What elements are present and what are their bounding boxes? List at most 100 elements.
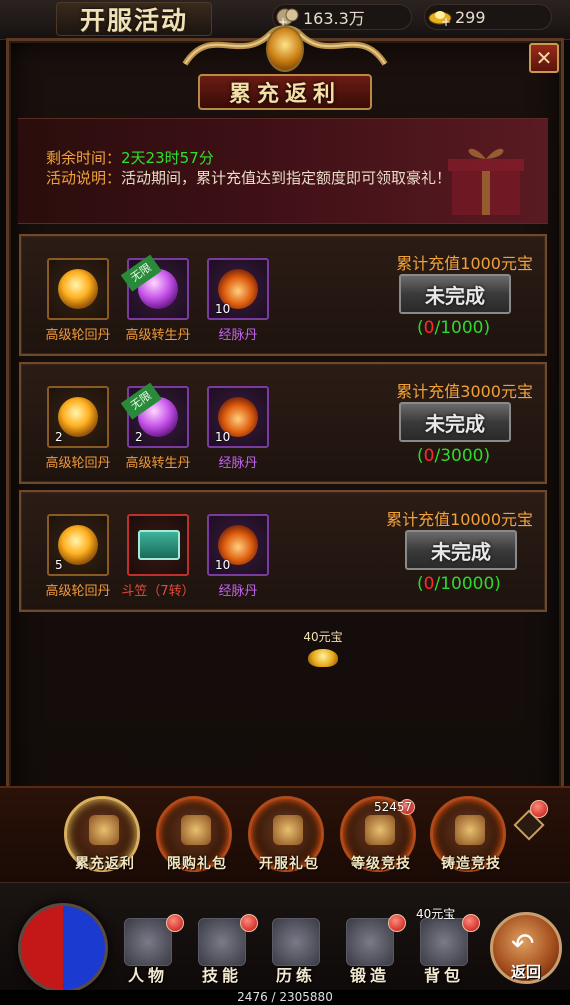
tab-forge-competition[interactable]: 铸造竞技 — [430, 796, 506, 872]
progress-text: (0/3000) — [417, 446, 490, 466]
item-count: 10 — [215, 430, 231, 444]
tab-recharge-rebate[interactable]: 累充返利 — [64, 796, 140, 872]
gold-ingot-icon — [308, 649, 338, 667]
reward-row: 高级轮回丹 无限 高级转生丹 10 经脉丹 累计充值1000元宝 未完成 (0/… — [19, 234, 547, 356]
reward-row: 2 高级轮回丹 无限 2 高级转生丹 10 经脉丹 累计充值3000元宝 未完成… — [19, 362, 547, 484]
remaining-time-line: 剩余时间：2天23时57分 — [46, 147, 214, 168]
item-slot[interactable]: 无限 — [120, 254, 189, 320]
floating-reward[interactable]: 40元宝 — [283, 628, 363, 671]
nav-label: 人物 — [127, 966, 168, 985]
item-count: 2 — [55, 430, 63, 444]
notification-dot-icon — [240, 914, 258, 932]
tab-label: 等级竞技 — [351, 856, 411, 872]
anvil-icon — [346, 918, 394, 966]
return-label: 返回 — [510, 963, 541, 981]
close-icon: ✕ — [535, 46, 553, 70]
return-button[interactable]: ↶ 返回 — [490, 912, 562, 984]
nav-label: 锻造 — [349, 966, 390, 985]
progress-current: 0 — [423, 446, 435, 466]
bamboo-hat-chest-icon — [138, 530, 180, 560]
progress-text: (0/1000) — [417, 318, 490, 338]
nav-label: 历练 — [275, 966, 316, 985]
item-slot[interactable]: 10 — [207, 258, 269, 320]
item-name: 高级转生丹 — [125, 328, 191, 343]
dragon-ornament-right-icon — [267, 25, 388, 66]
nav-forge[interactable]: 锻造 — [340, 914, 406, 985]
floating-reward-label: 40元宝 — [303, 630, 343, 644]
recharge-requirement: 累计充值10000元宝 — [386, 510, 533, 529]
skill-book-icon — [198, 918, 246, 966]
return-arrow-icon: ↶ — [511, 927, 535, 960]
item-slot[interactable] — [47, 258, 109, 320]
item-name: 经脉丹 — [218, 456, 258, 471]
remaining-time-value: 2天23时57分 — [121, 149, 214, 167]
gift-box-icon — [438, 137, 534, 219]
item-name: 经脉丹 — [218, 584, 258, 599]
hammer-icon — [455, 815, 485, 845]
reincarnation-pill-icon — [58, 525, 98, 565]
item-count: 2 — [135, 430, 143, 444]
reincarnation-pill-icon — [58, 397, 98, 437]
item-slot[interactable]: 2 — [47, 386, 109, 448]
backpack-icon — [420, 918, 468, 966]
hp-mp-orb-icon[interactable] — [18, 903, 108, 993]
item-name: 经脉丹 — [218, 328, 258, 343]
reincarnation-pill-icon — [58, 269, 98, 309]
claim-button[interactable]: 未完成 — [399, 274, 511, 314]
notification-dot-icon — [166, 914, 184, 932]
tab-server-open-pack[interactable]: 开服礼包 — [248, 796, 324, 872]
ingot-amount: 299 — [455, 7, 486, 27]
progress-current: 0 — [423, 318, 435, 338]
nav-training[interactable]: 历练 — [266, 918, 326, 985]
item-name: 斗笠（7转） — [121, 584, 195, 599]
bag-reward-label: 40元宝 — [416, 907, 456, 921]
gift-icon — [181, 815, 211, 845]
item-name: 高级轮回丹 — [45, 584, 111, 599]
progress-total: /3000) — [434, 446, 491, 466]
remaining-time-label: 剩余时间： — [46, 149, 122, 167]
item-count: 10 — [215, 302, 231, 316]
helmet-icon — [124, 918, 172, 966]
item-slot[interactable] — [127, 514, 189, 576]
money-bag-icon — [89, 815, 119, 845]
ingot-icon: + — [425, 4, 455, 30]
tab-label: 开服礼包 — [259, 856, 319, 872]
claim-button[interactable]: 未完成 — [399, 402, 511, 442]
crossed-swords-icon — [365, 815, 395, 845]
tab-counter: 52457 — [374, 800, 413, 814]
progress-open: ( — [417, 574, 424, 594]
item-name: 高级转生丹 — [125, 456, 191, 471]
nav-character[interactable]: 人物 — [118, 914, 184, 985]
tab-label: 限购礼包 — [167, 856, 227, 872]
item-slot[interactable]: 10 — [207, 514, 269, 576]
nav-skills[interactable]: 技能 — [192, 914, 258, 985]
progress-total: /10000) — [434, 574, 501, 594]
progress-text: (0/10000) — [417, 574, 501, 594]
description-label: 活动说明： — [46, 169, 122, 187]
item-name: 高级轮回丹 — [45, 328, 111, 343]
tab-label: 铸造竞技 — [441, 856, 501, 872]
item-slot[interactable]: 无限 2 — [120, 382, 189, 448]
recharge-requirement: 累计充值1000元宝 — [396, 254, 533, 273]
progress-current: 0 — [423, 574, 435, 594]
notification-dot-icon — [530, 800, 548, 818]
progress-total: /1000) — [434, 318, 491, 338]
ingot-currency[interactable]: + 299 — [424, 4, 552, 30]
nav-bag[interactable]: 背包 — [414, 914, 480, 985]
item-slot[interactable]: 10 — [207, 386, 269, 448]
training-icon — [272, 918, 320, 966]
gift-icon — [273, 815, 303, 845]
tab-label: 累充返利 — [75, 856, 135, 872]
panel-title: 累充返利 — [198, 74, 372, 110]
tab-limited-pack[interactable]: 限购礼包 — [156, 796, 232, 872]
svg-text:+: + — [441, 15, 451, 27]
claim-button[interactable]: 未完成 — [405, 530, 517, 570]
description-text: 活动期间，累计充值达到指定额度即可领取豪礼！ — [121, 169, 452, 187]
close-button[interactable]: ✕ — [529, 43, 559, 73]
item-name: 高级轮回丹 — [45, 456, 111, 471]
item-count: 5 — [55, 558, 63, 572]
item-count: 10 — [215, 558, 231, 572]
item-slot[interactable]: 5 — [47, 514, 109, 576]
recharge-requirement: 累计充值3000元宝 — [396, 382, 533, 401]
nav-label: 背包 — [423, 966, 464, 985]
